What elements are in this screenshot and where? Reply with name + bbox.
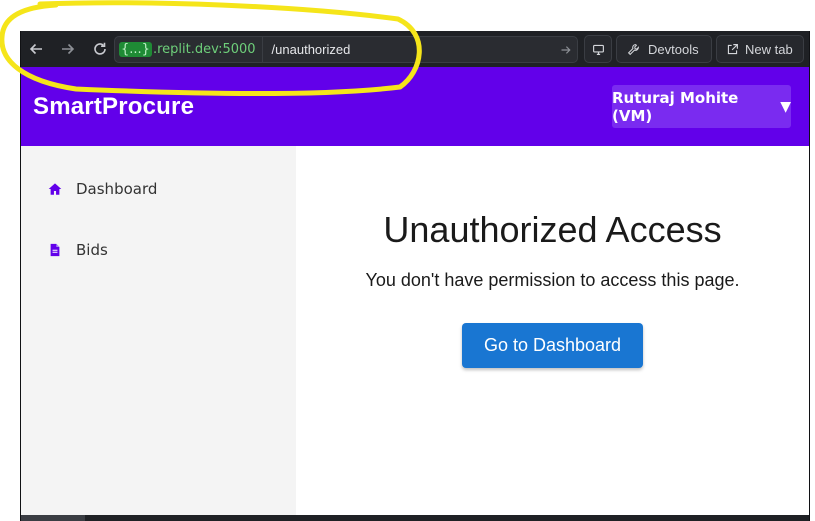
main-content: Unauthorized Access You don't have permi… (296, 146, 809, 515)
url-host: {...} .replit.dev:5000 (115, 37, 263, 62)
home-icon (48, 182, 62, 196)
caret-down-icon: ▼ (780, 98, 791, 115)
bottom-tab-strip (21, 515, 809, 521)
page-viewport: SmartProcure Ruturaj Mohite (VM) ▼ Dashbo… (21, 67, 809, 515)
file-icon (48, 243, 62, 257)
new-tab-button[interactable]: New tab (716, 35, 804, 63)
app-header: SmartProcure Ruturaj Mohite (VM) ▼ (21, 67, 809, 146)
app-brand[interactable]: SmartProcure (33, 93, 194, 121)
new-tab-label: New tab (745, 41, 793, 57)
url-path: /unauthorized (271, 42, 351, 57)
arrow-right-icon (62, 43, 75, 54)
reload-button[interactable] (87, 36, 113, 62)
sidebar-item-label: Dashboard (76, 180, 158, 198)
reload-icon (94, 42, 106, 55)
error-message: You don't have permission to access this… (365, 270, 740, 290)
bottom-tab[interactable] (21, 515, 85, 521)
url-host-chip: {...} (119, 42, 152, 57)
external-link-icon (727, 43, 738, 54)
forward-button[interactable] (55, 36, 81, 62)
url-host-domain: .replit.dev:5000 (152, 42, 256, 57)
devtools-label: Devtools (648, 41, 699, 57)
devtools-button[interactable]: Devtools (616, 35, 712, 63)
wrench-icon (627, 43, 639, 55)
monitor-icon (592, 44, 604, 55)
arrow-left-icon (29, 43, 42, 54)
go-to-dashboard-button[interactable]: Go to Dashboard (462, 323, 643, 368)
address-bar[interactable]: {...} .replit.dev:5000 /unauthorized (114, 36, 578, 63)
user-name: Ruturaj Mohite (VM) (612, 88, 739, 125)
sidebar-item-bids[interactable]: Bids (48, 241, 108, 259)
back-button[interactable] (23, 36, 49, 62)
screen-button[interactable] (584, 35, 612, 63)
sidebar-item-dashboard[interactable]: Dashboard (48, 180, 157, 198)
user-menu-button[interactable]: Ruturaj Mohite (VM) ▼ (612, 85, 791, 128)
browser-window: {...} .replit.dev:5000 /unauthorized Devt… (20, 31, 810, 521)
browser-toolbar: {...} .replit.dev:5000 /unauthorized Devt… (21, 31, 809, 66)
go-button[interactable] (555, 37, 577, 62)
page-title: Unauthorized Access (383, 209, 722, 250)
sidebar-item-label: Bids (76, 241, 108, 259)
sidebar: Dashboard Bids (21, 146, 296, 515)
arrow-right-icon (561, 45, 571, 54)
